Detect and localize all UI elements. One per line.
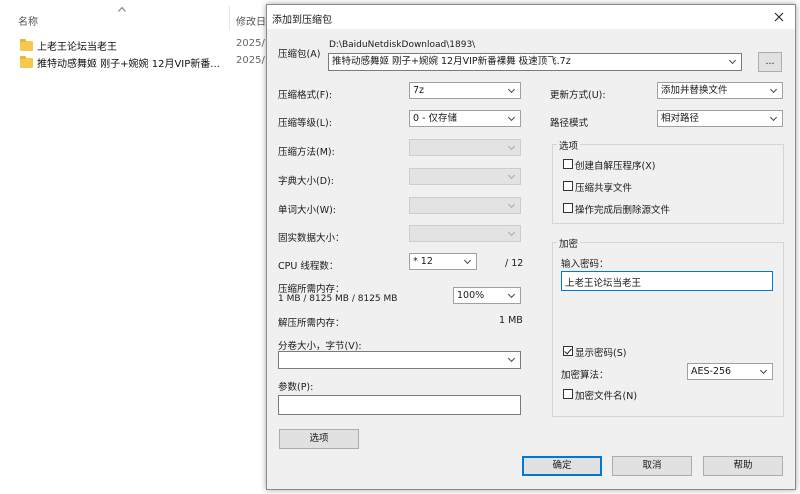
encrypt-names-label[interactable]: 加密文件名(N) bbox=[575, 388, 637, 402]
encryption-algo-select[interactable]: AES-256 bbox=[687, 363, 773, 380]
chevron-down-icon bbox=[508, 169, 517, 184]
archive-name-combobox[interactable]: 推特动感舞姬 刚子+婉婉 12月VIP新番裸舞 极速顶飞.7z bbox=[328, 53, 742, 71]
options-group-label: 选项 bbox=[557, 138, 581, 152]
password-input[interactable]: 上老王论坛当老王 bbox=[561, 271, 773, 291]
file-name: 上老王论坛当老王 bbox=[37, 42, 117, 53]
word-label: 单词大小(W): bbox=[278, 205, 337, 216]
title-bar[interactable]: 添加到压缩包 bbox=[267, 5, 795, 29]
path-mode-value: 相对路径 bbox=[661, 113, 700, 124]
level-label: 压缩等级(L): bbox=[278, 118, 332, 129]
chevron-down-icon[interactable] bbox=[508, 83, 517, 98]
chevron-down-icon bbox=[508, 226, 517, 241]
encrypt-names-checkbox[interactable]: 加密文件名(N) bbox=[563, 388, 637, 402]
dict-select bbox=[409, 168, 521, 185]
sfx-label[interactable]: 创建自解压程序(X) bbox=[575, 158, 655, 172]
file-date: 2025/ bbox=[236, 38, 265, 49]
help-button[interactable]: 帮助 bbox=[703, 456, 783, 476]
folder-icon bbox=[20, 56, 33, 68]
path-mode-select[interactable]: 相对路径 bbox=[657, 110, 783, 127]
update-mode-label: 更新方式(U): bbox=[550, 90, 606, 101]
encryption-group-label: 加密 bbox=[557, 236, 581, 250]
archive-name-value: 推特动感舞姬 刚子+婉婉 12月VIP新番裸舞 极速顶飞.7z bbox=[332, 56, 571, 67]
solid-label: 固实数据大小： bbox=[278, 233, 345, 244]
close-icon[interactable] bbox=[772, 10, 786, 24]
decompress-memory-label: 解压所需内存： bbox=[278, 318, 345, 329]
memory-detail: 1 MB / 8125 MB / 8125 MB bbox=[278, 294, 398, 304]
shared-files-checkbox[interactable]: 压缩共享文件 bbox=[563, 180, 632, 194]
archive-path: D:\BaiduNetdiskDownload\1893\ bbox=[329, 40, 476, 50]
column-header-name[interactable]: 名称 bbox=[18, 13, 38, 28]
solid-select bbox=[409, 225, 521, 242]
level-select[interactable]: 0 - 仅存储 bbox=[409, 110, 521, 127]
chevron-down-icon[interactable] bbox=[508, 111, 517, 126]
sfx-checkbox[interactable]: 创建自解压程序(X) bbox=[563, 158, 655, 172]
add-to-archive-dialog: 添加到压缩包 压缩包(A) D:\BaiduNetdiskDownload\18… bbox=[266, 4, 796, 490]
password-value: 上老王论坛当老王 bbox=[565, 278, 642, 289]
column-header-modified[interactable]: 修改日 bbox=[236, 13, 266, 28]
chevron-down-icon[interactable] bbox=[770, 83, 779, 98]
split-volume-label: 分卷大小，字节(V): bbox=[278, 341, 362, 352]
sfx-check[interactable] bbox=[563, 159, 573, 169]
encryption-algo-value: AES-256 bbox=[691, 366, 732, 377]
show-password-check[interactable] bbox=[563, 346, 573, 356]
shared-files-check[interactable] bbox=[563, 181, 573, 191]
update-mode-value: 添加并替换文件 bbox=[661, 85, 728, 96]
folder-icon bbox=[20, 39, 33, 51]
params-label: 参数(P): bbox=[278, 382, 314, 393]
sort-up-icon[interactable] bbox=[118, 4, 126, 12]
memory-label: 压缩所需内存： bbox=[278, 284, 345, 295]
format-label: 压缩格式(F): bbox=[278, 90, 333, 101]
level-value: 0 - 仅存储 bbox=[413, 113, 458, 124]
file-name: 推特动感舞姬 刚子+婉婉 12月VIP新番... bbox=[37, 59, 220, 70]
cpu-threads-value: * 12 bbox=[413, 256, 433, 267]
dialog-title: 添加到压缩包 bbox=[272, 15, 332, 26]
shared-files-label[interactable]: 压缩共享文件 bbox=[575, 180, 632, 194]
delete-after-check[interactable] bbox=[563, 203, 573, 213]
options-button[interactable]: 选项 bbox=[279, 429, 359, 449]
dict-label: 字典大小(D): bbox=[278, 176, 334, 187]
chevron-down-icon bbox=[508, 140, 517, 155]
word-select bbox=[409, 197, 521, 214]
chevron-down-icon[interactable] bbox=[760, 364, 769, 379]
ok-button[interactable]: 确定 bbox=[522, 456, 602, 476]
browse-button[interactable]: ... bbox=[758, 52, 782, 72]
archive-label: 压缩包(A) bbox=[278, 49, 321, 60]
chevron-down-icon[interactable] bbox=[729, 54, 738, 69]
method-select bbox=[409, 139, 521, 156]
encrypt-names-check[interactable] bbox=[563, 389, 573, 399]
params-input[interactable] bbox=[278, 395, 521, 415]
list-item[interactable]: 推特动感舞姬 刚子+婉婉 12月VIP新番... bbox=[20, 55, 220, 70]
chevron-down-icon[interactable] bbox=[508, 288, 517, 303]
encryption-algo-label: 加密算法： bbox=[561, 370, 609, 381]
file-date: 2025/ bbox=[236, 55, 265, 66]
cpu-label: CPU 线程数： bbox=[278, 261, 339, 272]
decompress-memory-value: 1 MB bbox=[499, 315, 523, 326]
memory-percent-value: 100% bbox=[457, 290, 485, 301]
delete-after-checkbox[interactable]: 操作完成后删除源文件 bbox=[563, 202, 670, 216]
delete-after-label[interactable]: 操作完成后删除源文件 bbox=[575, 202, 670, 216]
format-select[interactable]: 7z bbox=[409, 82, 521, 99]
path-mode-label: 路径模式 bbox=[550, 118, 589, 129]
chevron-down-icon[interactable] bbox=[770, 111, 779, 126]
password-label: 输入密码： bbox=[561, 259, 609, 270]
memory-percent-select[interactable]: 100% bbox=[453, 287, 521, 304]
format-value: 7z bbox=[413, 85, 425, 96]
column-divider[interactable] bbox=[229, 6, 230, 30]
cpu-threads-select[interactable]: * 12 bbox=[409, 253, 477, 270]
list-item[interactable]: 上老王论坛当老王 bbox=[20, 38, 117, 53]
method-label: 压缩方法(M): bbox=[278, 147, 335, 158]
chevron-down-icon[interactable] bbox=[464, 254, 473, 269]
split-volume-combobox[interactable] bbox=[278, 351, 521, 369]
update-mode-select[interactable]: 添加并替换文件 bbox=[657, 82, 783, 99]
show-password-checkbox[interactable]: 显示密码(S) bbox=[563, 345, 626, 359]
chevron-down-icon[interactable] bbox=[508, 352, 517, 367]
show-password-label[interactable]: 显示密码(S) bbox=[575, 345, 626, 359]
chevron-down-icon bbox=[508, 198, 517, 213]
cpu-max: / 12 bbox=[505, 258, 524, 269]
cancel-button[interactable]: 取消 bbox=[612, 456, 692, 476]
